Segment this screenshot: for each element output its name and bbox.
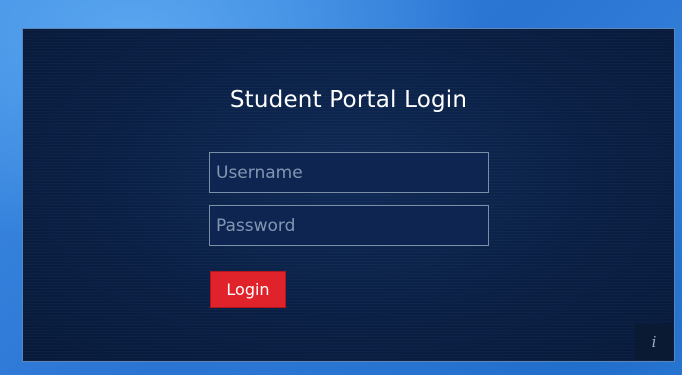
username-input[interactable] — [209, 152, 489, 193]
info-icon[interactable]: i — [635, 324, 673, 360]
page-title: Student Portal Login — [229, 87, 468, 113]
login-button[interactable]: Login — [210, 271, 286, 308]
password-input[interactable] — [209, 205, 489, 246]
login-panel: Student Portal Login Login i — [22, 28, 675, 362]
